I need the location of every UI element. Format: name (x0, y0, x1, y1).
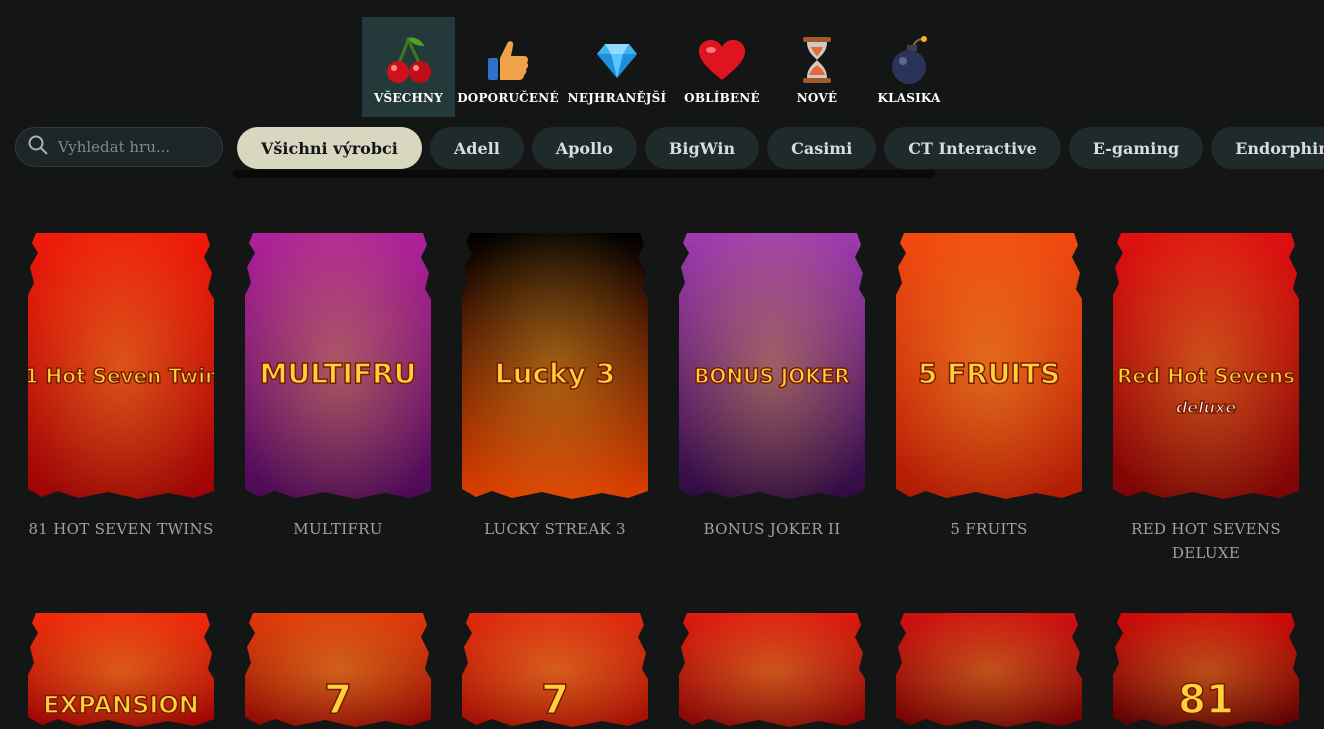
game-art-text: Red Hot Sevens (1117, 364, 1295, 388)
provider-chip[interactable]: Apollo (531, 127, 637, 169)
search-icon (28, 135, 48, 159)
provider-chip[interactable]: E-gaming (1068, 127, 1204, 169)
provider-chip[interactable]: Adell (429, 127, 524, 169)
game-art: 81 (1113, 613, 1299, 729)
game-title: MULTIFRU (293, 520, 383, 538)
game-art: 7 (245, 613, 431, 729)
game-card[interactable] (896, 613, 1082, 729)
category-all[interactable]: VŠECHNY (362, 17, 455, 117)
game-thumbnail[interactable]: EXPANSION (28, 613, 214, 729)
game-card[interactable]: 81 (1113, 613, 1299, 729)
category-label: OBLÍBENÉ (684, 91, 760, 105)
game-art (679, 613, 865, 729)
game-art: Red Hot Sevens deluxe (1113, 233, 1299, 501)
game-art-text: 5 FRUITS (918, 357, 1060, 390)
provider-chip[interactable]: Všichni výrobci (237, 127, 422, 169)
game-art-text: 7 (324, 677, 352, 723)
category-label: DOPORUČENÉ (457, 91, 559, 105)
category-favorite[interactable]: OBLÍBENÉ (673, 17, 771, 117)
provider-chip[interactable]: BigWin (644, 127, 760, 169)
game-thumbnail[interactable]: 7 (462, 613, 648, 729)
game-art-text: 7 (541, 677, 569, 723)
game-thumbnail[interactable]: BONUS JOKER (679, 233, 865, 501)
heart-icon (697, 27, 747, 93)
provider-chip[interactable]: Casimi (767, 127, 877, 169)
game-art: 7 (462, 613, 648, 729)
game-art-text: 81 (1178, 677, 1234, 723)
game-card[interactable]: EXPANSION (28, 613, 214, 729)
provider-chip[interactable]: Endorphina (1211, 127, 1324, 169)
game-art: 5 FRUITS (896, 233, 1082, 501)
game-title: RED HOT SEVENS DELUXE (1131, 520, 1281, 562)
game-card[interactable] (679, 613, 865, 729)
game-art-text: deluxe (1176, 398, 1237, 417)
cherries-icon (384, 27, 434, 93)
category-new[interactable]: NOVÉ (771, 17, 863, 117)
category-bar: VŠECHNY DOPORUČENÉ NEJHRANĚJŠÍ OBLÍBENÉ … (362, 17, 955, 117)
category-label: KLASIKA (877, 91, 941, 105)
game-art: 81 Hot Seven Twins (28, 233, 214, 501)
category-label: NEJHRANĚJŠÍ (567, 91, 667, 105)
game-thumbnail[interactable]: 5 FRUITS (896, 233, 1082, 501)
category-label: VŠECHNY (374, 91, 443, 105)
category-recommended[interactable]: DOPORUČENÉ (455, 17, 561, 117)
game-title: 81 HOT SEVEN TWINS (28, 520, 214, 538)
game-art-text: 81 Hot Seven Twins (28, 364, 214, 388)
game-thumbnail[interactable]: 81 (1113, 613, 1299, 729)
bomb-icon (887, 27, 931, 93)
game-title: 5 FRUITS (950, 520, 1028, 538)
game-thumbnail[interactable]: Lucky 3 (462, 233, 648, 501)
game-art-text: BONUS JOKER (694, 364, 850, 388)
game-thumbnail[interactable] (896, 613, 1082, 729)
game-title: BONUS JOKER II (703, 520, 841, 538)
game-card[interactable]: 7 (462, 613, 648, 729)
provider-filter-list: Všichni výrobci Adell Apollo BigWin Casimi CT… (237, 127, 1324, 169)
provider-scrollbar[interactable] (233, 170, 935, 178)
game-thumbnail[interactable]: MULTIFRU (245, 233, 431, 501)
game-card[interactable]: 7 (245, 613, 431, 729)
game-card[interactable]: Red Hot Sevens deluxe RED HOT SEVENS DELUX… (1113, 233, 1299, 565)
game-thumbnail[interactable]: Red Hot Sevens deluxe (1113, 233, 1299, 501)
game-art-text: EXPANSION (43, 691, 199, 719)
game-art-text: MULTIFRU (260, 357, 417, 390)
game-art (896, 613, 1082, 729)
thumbs-up-icon (484, 27, 532, 93)
game-art: BONUS JOKER (679, 233, 865, 501)
game-art-text: Lucky 3 (495, 357, 615, 390)
game-art: EXPANSION (28, 613, 214, 729)
game-thumbnail[interactable] (679, 613, 865, 729)
search-box[interactable] (15, 127, 223, 167)
game-card[interactable]: Lucky 3 LUCKY STREAK 3 (462, 233, 648, 541)
category-label: NOVÉ (796, 91, 838, 105)
game-title: LUCKY STREAK 3 (484, 520, 626, 538)
game-art: Lucky 3 (462, 233, 648, 501)
game-thumbnail[interactable]: 7 (245, 613, 431, 729)
game-card[interactable]: MULTIFRU MULTIFRU (245, 233, 431, 541)
search-input[interactable] (56, 137, 220, 157)
provider-chip[interactable]: CT Interactive (884, 127, 1061, 169)
category-classic[interactable]: KLASIKA (863, 17, 955, 117)
game-card[interactable]: 81 Hot Seven Twins 81 HOT SEVEN TWINS (28, 233, 214, 541)
category-most-played[interactable]: NEJHRANĚJŠÍ (561, 17, 673, 117)
game-thumbnail[interactable]: 81 Hot Seven Twins (28, 233, 214, 501)
game-art: MULTIFRU (245, 233, 431, 501)
hourglass-icon (799, 27, 835, 93)
game-card[interactable]: BONUS JOKER BONUS JOKER II (679, 233, 865, 541)
game-card[interactable]: 5 FRUITS 5 FRUITS (896, 233, 1082, 541)
diamond-icon (595, 27, 639, 93)
